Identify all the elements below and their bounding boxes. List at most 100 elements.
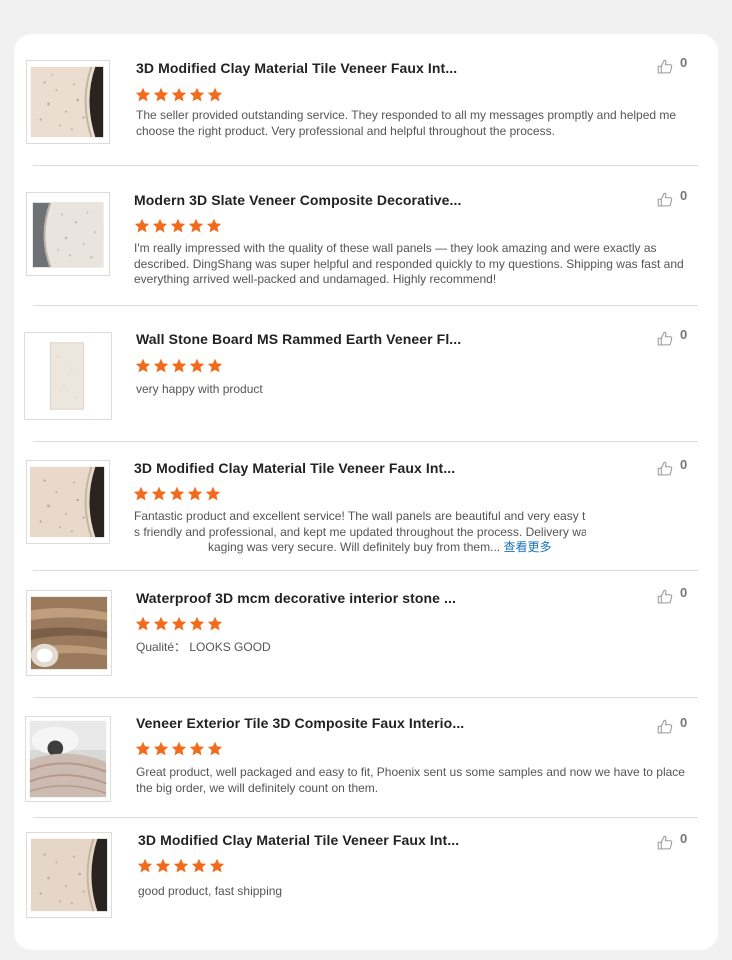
product-title[interactable]: 3D Modified Clay Material Tile Veneer Fa… [136,60,457,76]
star-icon [171,358,187,373]
product-thumbnail[interactable] [25,716,111,802]
product-title[interactable]: Wall Stone Board MS Rammed Earth Veneer … [136,331,461,347]
review-text: I'm really impressed with the quality of… [134,241,684,286]
review-text: Fantastic product and excellent service!… [134,509,586,556]
star-icon [207,741,223,756]
divider [33,165,698,166]
star-icon [137,858,153,873]
like-count: 0 [680,715,688,730]
thumbs-up-icon [657,59,673,74]
slate-roll-image [27,193,109,275]
thumbs-up-icon [657,719,673,734]
product-title[interactable]: 3D Modified Clay Material Tile Veneer Fa… [138,832,459,848]
clay-roll-image [30,838,108,912]
review-text: good product, fast shipping [138,884,283,898]
like-count: 0 [680,188,688,203]
star-icon [135,616,151,631]
review-text: Great product, well packaged and easy to… [136,765,685,795]
thumbs-up-icon [657,589,673,604]
star-icon [153,87,169,102]
star-icon [153,741,169,756]
review-text-line: Fantastic product and excellent service!… [134,509,586,523]
star-icon [189,87,205,102]
star-icon [207,358,223,373]
product-title[interactable]: Veneer Exterior Tile 3D Composite Faux I… [136,715,464,731]
rating-stars [135,616,223,632]
like-button[interactable]: 0 [656,585,688,606]
divider [33,570,698,571]
see-more-link[interactable]: 查看更多 [503,540,551,554]
reviews-card: 3D Modified Clay Material Tile Veneer Fa… [14,34,718,950]
star-icon [151,486,167,501]
review-text-fragment: kaging was very secure. Will definitely … [208,540,501,554]
star-icon [171,616,187,631]
rating-stars [137,858,225,874]
like-count: 0 [680,585,688,600]
star-icon [155,858,171,873]
stone-board-image [25,333,111,419]
star-icon [134,218,150,233]
star-icon [170,218,186,233]
thumbs-up-icon [657,192,673,207]
thumbs-up-icon [657,835,673,850]
thumbs-up-icon [657,461,673,476]
like-button[interactable]: 0 [656,457,688,478]
star-icon [191,858,207,873]
rating-stars [135,358,223,374]
product-thumbnail[interactable] [26,60,110,144]
product-thumbnail[interactable] [24,332,112,420]
review-text: very happy with product [136,382,263,396]
product-title[interactable]: 3D Modified Clay Material Tile Veneer Fa… [134,460,455,476]
review-text: Qualité： LOOKS GOOD [136,640,271,654]
star-icon [171,741,187,756]
star-icon [135,358,151,373]
star-icon [135,87,151,102]
like-count: 0 [680,55,688,70]
rating-stars [135,87,223,103]
like-count: 0 [680,327,688,342]
star-icon [189,358,205,373]
product-title[interactable]: Waterproof 3D mcm decorative interior st… [136,590,456,606]
star-icon [135,741,151,756]
star-icon [133,486,149,501]
star-icon [152,218,168,233]
star-icon [153,616,169,631]
divider [33,697,698,698]
product-thumbnail[interactable] [26,590,112,676]
product-title[interactable]: Modern 3D Slate Veneer Composite Decorat… [134,192,461,208]
star-icon [189,741,205,756]
star-icon [169,486,185,501]
like-button[interactable]: 0 [656,327,688,348]
star-icon [187,486,203,501]
star-icon [207,87,223,102]
clay-roll-image [30,66,104,138]
travertine-roll-image [27,591,111,675]
rating-stars [133,486,221,502]
star-icon [206,218,222,233]
like-button[interactable]: 0 [656,55,688,76]
divider [33,305,698,306]
star-icon [171,87,187,102]
like-button[interactable]: 0 [656,188,688,209]
product-thumbnail[interactable] [26,192,110,276]
rating-stars [134,218,222,234]
product-thumbnail[interactable] [26,460,110,544]
product-thumbnail[interactable] [26,832,112,918]
divider [33,817,698,818]
review-text-line: kaging was very secure. Will definitely … [134,540,586,556]
star-icon [207,616,223,631]
exterior-tile-image [26,717,110,801]
divider [33,441,698,442]
clay-roll-image [29,466,105,538]
thumbs-up-icon [657,331,673,346]
like-count: 0 [680,457,688,472]
like-button[interactable]: 0 [656,831,688,852]
review-text-line: s friendly and professional, and kept me… [134,524,586,539]
star-icon [189,616,205,631]
star-icon [188,218,204,233]
like-button[interactable]: 0 [656,715,688,736]
star-icon [209,858,225,873]
star-icon [153,358,169,373]
rating-stars [135,741,223,757]
like-count: 0 [680,831,688,846]
